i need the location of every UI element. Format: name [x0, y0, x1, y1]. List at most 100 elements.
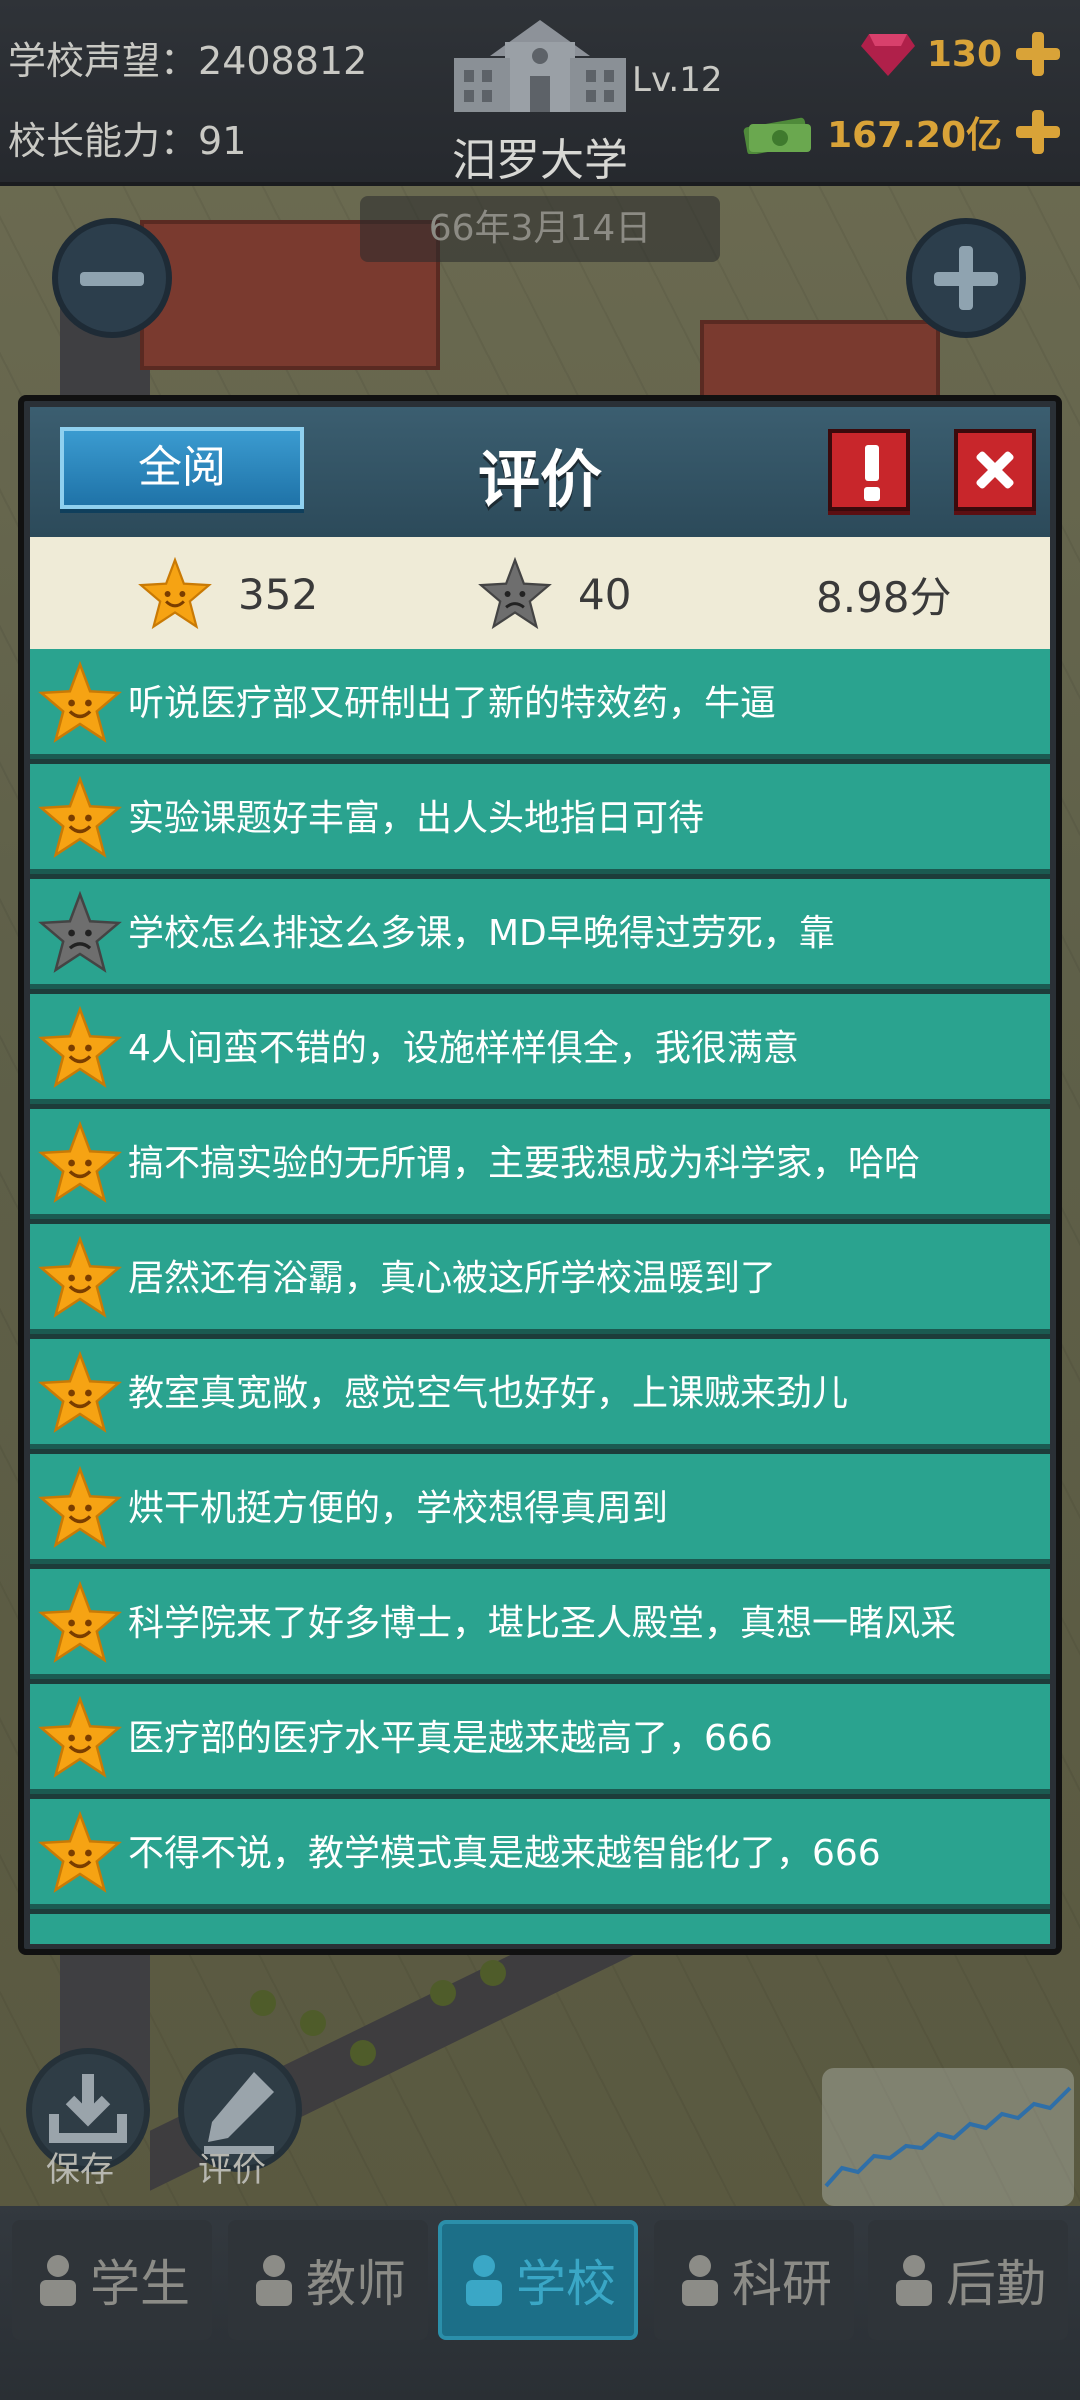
gem-icon — [860, 34, 915, 76]
school-building-icon[interactable] — [450, 12, 630, 122]
zoom-out-button[interactable] — [52, 218, 172, 338]
review-row[interactable]: 搞不搞实验的无所谓，主要我想成为科学家，哈哈 — [30, 1109, 1050, 1219]
read-all-button[interactable]: 全阅 — [60, 427, 304, 509]
tree — [430, 1980, 456, 2006]
review-text: 居然还有浴霸，真心被这所学校温暖到了 — [128, 1258, 777, 1299]
ability-label: 校长能力： — [8, 119, 199, 163]
game-date: 66年3月14日 — [360, 196, 720, 262]
reputation-label: 学校声望： — [8, 39, 199, 83]
review-row[interactable]: 教室真宽敞，感觉空气也好好，上课贼来劲儿 — [30, 1339, 1050, 1449]
exclamation-icon — [865, 445, 879, 481]
school-name: 汨罗大学 — [452, 135, 628, 186]
money-resource: 167.20亿 — [741, 102, 1062, 162]
flask-icon — [682, 2255, 718, 2306]
review-list[interactable]: 听说医疗部又研制出了新的特效药，牛逼 实验课题好丰富，出人头地指日可待学校怎么排这… — [30, 649, 1050, 1944]
review-text: 教室真宽敞，感觉空气也好好，上课贼来劲儿 — [128, 1373, 849, 1414]
nav-tab-school[interactable]: 学校 — [438, 2220, 638, 2340]
ability-value: 91 — [198, 119, 247, 163]
trend-graph[interactable] — [822, 2068, 1074, 2206]
clipboard-icon — [896, 2255, 932, 2306]
nav-tab-label: 学生 — [90, 2255, 190, 2313]
gem-count: 130 — [926, 33, 1002, 75]
add-money-button[interactable] — [1014, 108, 1062, 156]
review-row[interactable]: 科学院来了好多博士，堪比圣人殿堂，真想一睹风采 — [30, 1569, 1050, 1679]
building — [700, 320, 940, 400]
top-status-bar: 学校声望：2408812 校长能力：91 Lv.12 汨罗大学 130 167.… — [0, 0, 1080, 186]
review-row-partial[interactable] — [30, 1914, 1050, 1944]
tree — [480, 1960, 506, 1986]
nav-tab-label: 教师 — [306, 2255, 406, 2313]
review-text: 不得不说，教学模式真是越来越智能化了，666 — [128, 1833, 881, 1874]
bad-count-value: 40 — [578, 569, 632, 619]
plus-icon-v — [959, 246, 973, 310]
review-row[interactable]: 实验课题好丰富，出人头地指日可待 — [30, 764, 1050, 874]
review-row[interactable]: 学校怎么排这么多课，MD早晚得过劳死，靠 — [30, 879, 1050, 989]
nav-tab-research[interactable]: 科研 — [654, 2220, 854, 2340]
good-star-icon — [38, 1121, 122, 1203]
zoom-in-button[interactable] — [906, 218, 1026, 338]
good-star-icon — [38, 661, 122, 743]
exclamation-dot — [864, 487, 880, 501]
review-text: 4人间蛮不错的，设施样样俱全，我很满意 — [128, 1028, 799, 1069]
money-amount: 167.20亿 — [827, 115, 1002, 156]
bad-star-icon — [38, 891, 122, 973]
nav-tab-students[interactable]: 学生 — [12, 2220, 212, 2340]
review-row[interactable]: 听说医疗部又研制出了新的特效药，牛逼 — [30, 649, 1050, 759]
trend-line — [824, 2086, 1072, 2188]
nav-tab-teachers[interactable]: 教师 — [228, 2220, 428, 2340]
add-gems-button[interactable] — [1014, 30, 1062, 78]
review-text: 实验课题好丰富，出人头地指日可待 — [128, 798, 705, 839]
review-row[interactable]: 烘干机挺方便的，学校想得真周到 — [30, 1454, 1050, 1564]
review-text: 烘干机挺方便的，学校想得真周到 — [128, 1488, 669, 1529]
overall-score: 8.98分 — [816, 572, 952, 622]
review-text: 科学院来了好多博士，堪比圣人殿堂，真想一睹风采 — [128, 1603, 957, 1644]
review-row[interactable]: 医疗部的医疗水平真是越来越高了，666 — [30, 1684, 1050, 1794]
rating-summary: 352 40 8.98分 — [30, 537, 1050, 649]
minus-icon — [80, 272, 144, 286]
reviews-modal: 全阅 评价 352 40 8.98分 听说医疗部又研制出了新的特效药，牛逼 实验… — [18, 395, 1062, 1955]
nav-tab-label: 学校 — [516, 2255, 616, 2313]
review-text: 搞不搞实验的无所谓，主要我想成为科学家，哈哈 — [128, 1143, 921, 1184]
review-text: 听说医疗部又研制出了新的特效药，牛逼 — [128, 683, 777, 724]
review-text: 医疗部的医疗水平真是越来越高了，666 — [128, 1718, 773, 1759]
tree — [350, 2040, 376, 2066]
nav-tab-logistics[interactable]: 后勤 — [868, 2220, 1068, 2340]
good-star-icon — [38, 1696, 122, 1778]
teacher-icon — [256, 2255, 292, 2306]
school-icon — [466, 2255, 502, 2306]
modal-title: 评价 — [477, 443, 602, 516]
good-star-icon — [38, 1351, 122, 1433]
cash-icon — [743, 117, 812, 154]
good-star-icon — [38, 1466, 122, 1548]
report-button[interactable] — [828, 429, 910, 511]
tree — [300, 2010, 326, 2036]
bad-star-icon — [478, 557, 552, 630]
review-row[interactable]: 4人间蛮不错的，设施样样俱全，我很满意 — [30, 994, 1050, 1104]
good-star-icon — [38, 1811, 122, 1893]
bottom-navigation: 学生 教师 学校 科研 后勤 — [0, 2206, 1080, 2400]
good-review-count: 352 — [138, 557, 319, 630]
modal-header: 全阅 评价 — [30, 407, 1050, 537]
gem-resource: 130 — [860, 24, 1062, 84]
reputation-value: 2408812 — [198, 39, 368, 83]
tree — [250, 1990, 276, 2016]
principal-ability: 校长能力：91 — [8, 110, 246, 165]
review-row[interactable]: 不得不说，教学模式真是越来越智能化了，666 — [30, 1799, 1050, 1909]
rate-label: 评价 — [198, 2150, 266, 2190]
school-level: Lv.12 — [632, 60, 723, 100]
good-star-icon — [38, 1236, 122, 1318]
nav-tab-label: 后勤 — [946, 2255, 1046, 2313]
nav-tab-label: 科研 — [732, 2255, 832, 2313]
save-label: 保存 — [46, 2150, 114, 2190]
good-star-icon — [38, 776, 122, 858]
good-count-value: 352 — [238, 569, 319, 619]
school-reputation: 学校声望：2408812 — [8, 30, 367, 85]
close-button[interactable] — [954, 429, 1036, 511]
student-icon — [40, 2255, 76, 2306]
bad-review-count: 40 — [478, 557, 632, 630]
good-star-icon — [38, 1581, 122, 1663]
review-row[interactable]: 居然还有浴霸，真心被这所学校温暖到了 — [30, 1224, 1050, 1334]
review-text: 学校怎么排这么多课，MD早晚得过劳死，靠 — [128, 913, 835, 954]
good-star-icon — [138, 557, 212, 630]
good-star-icon — [38, 1006, 122, 1088]
